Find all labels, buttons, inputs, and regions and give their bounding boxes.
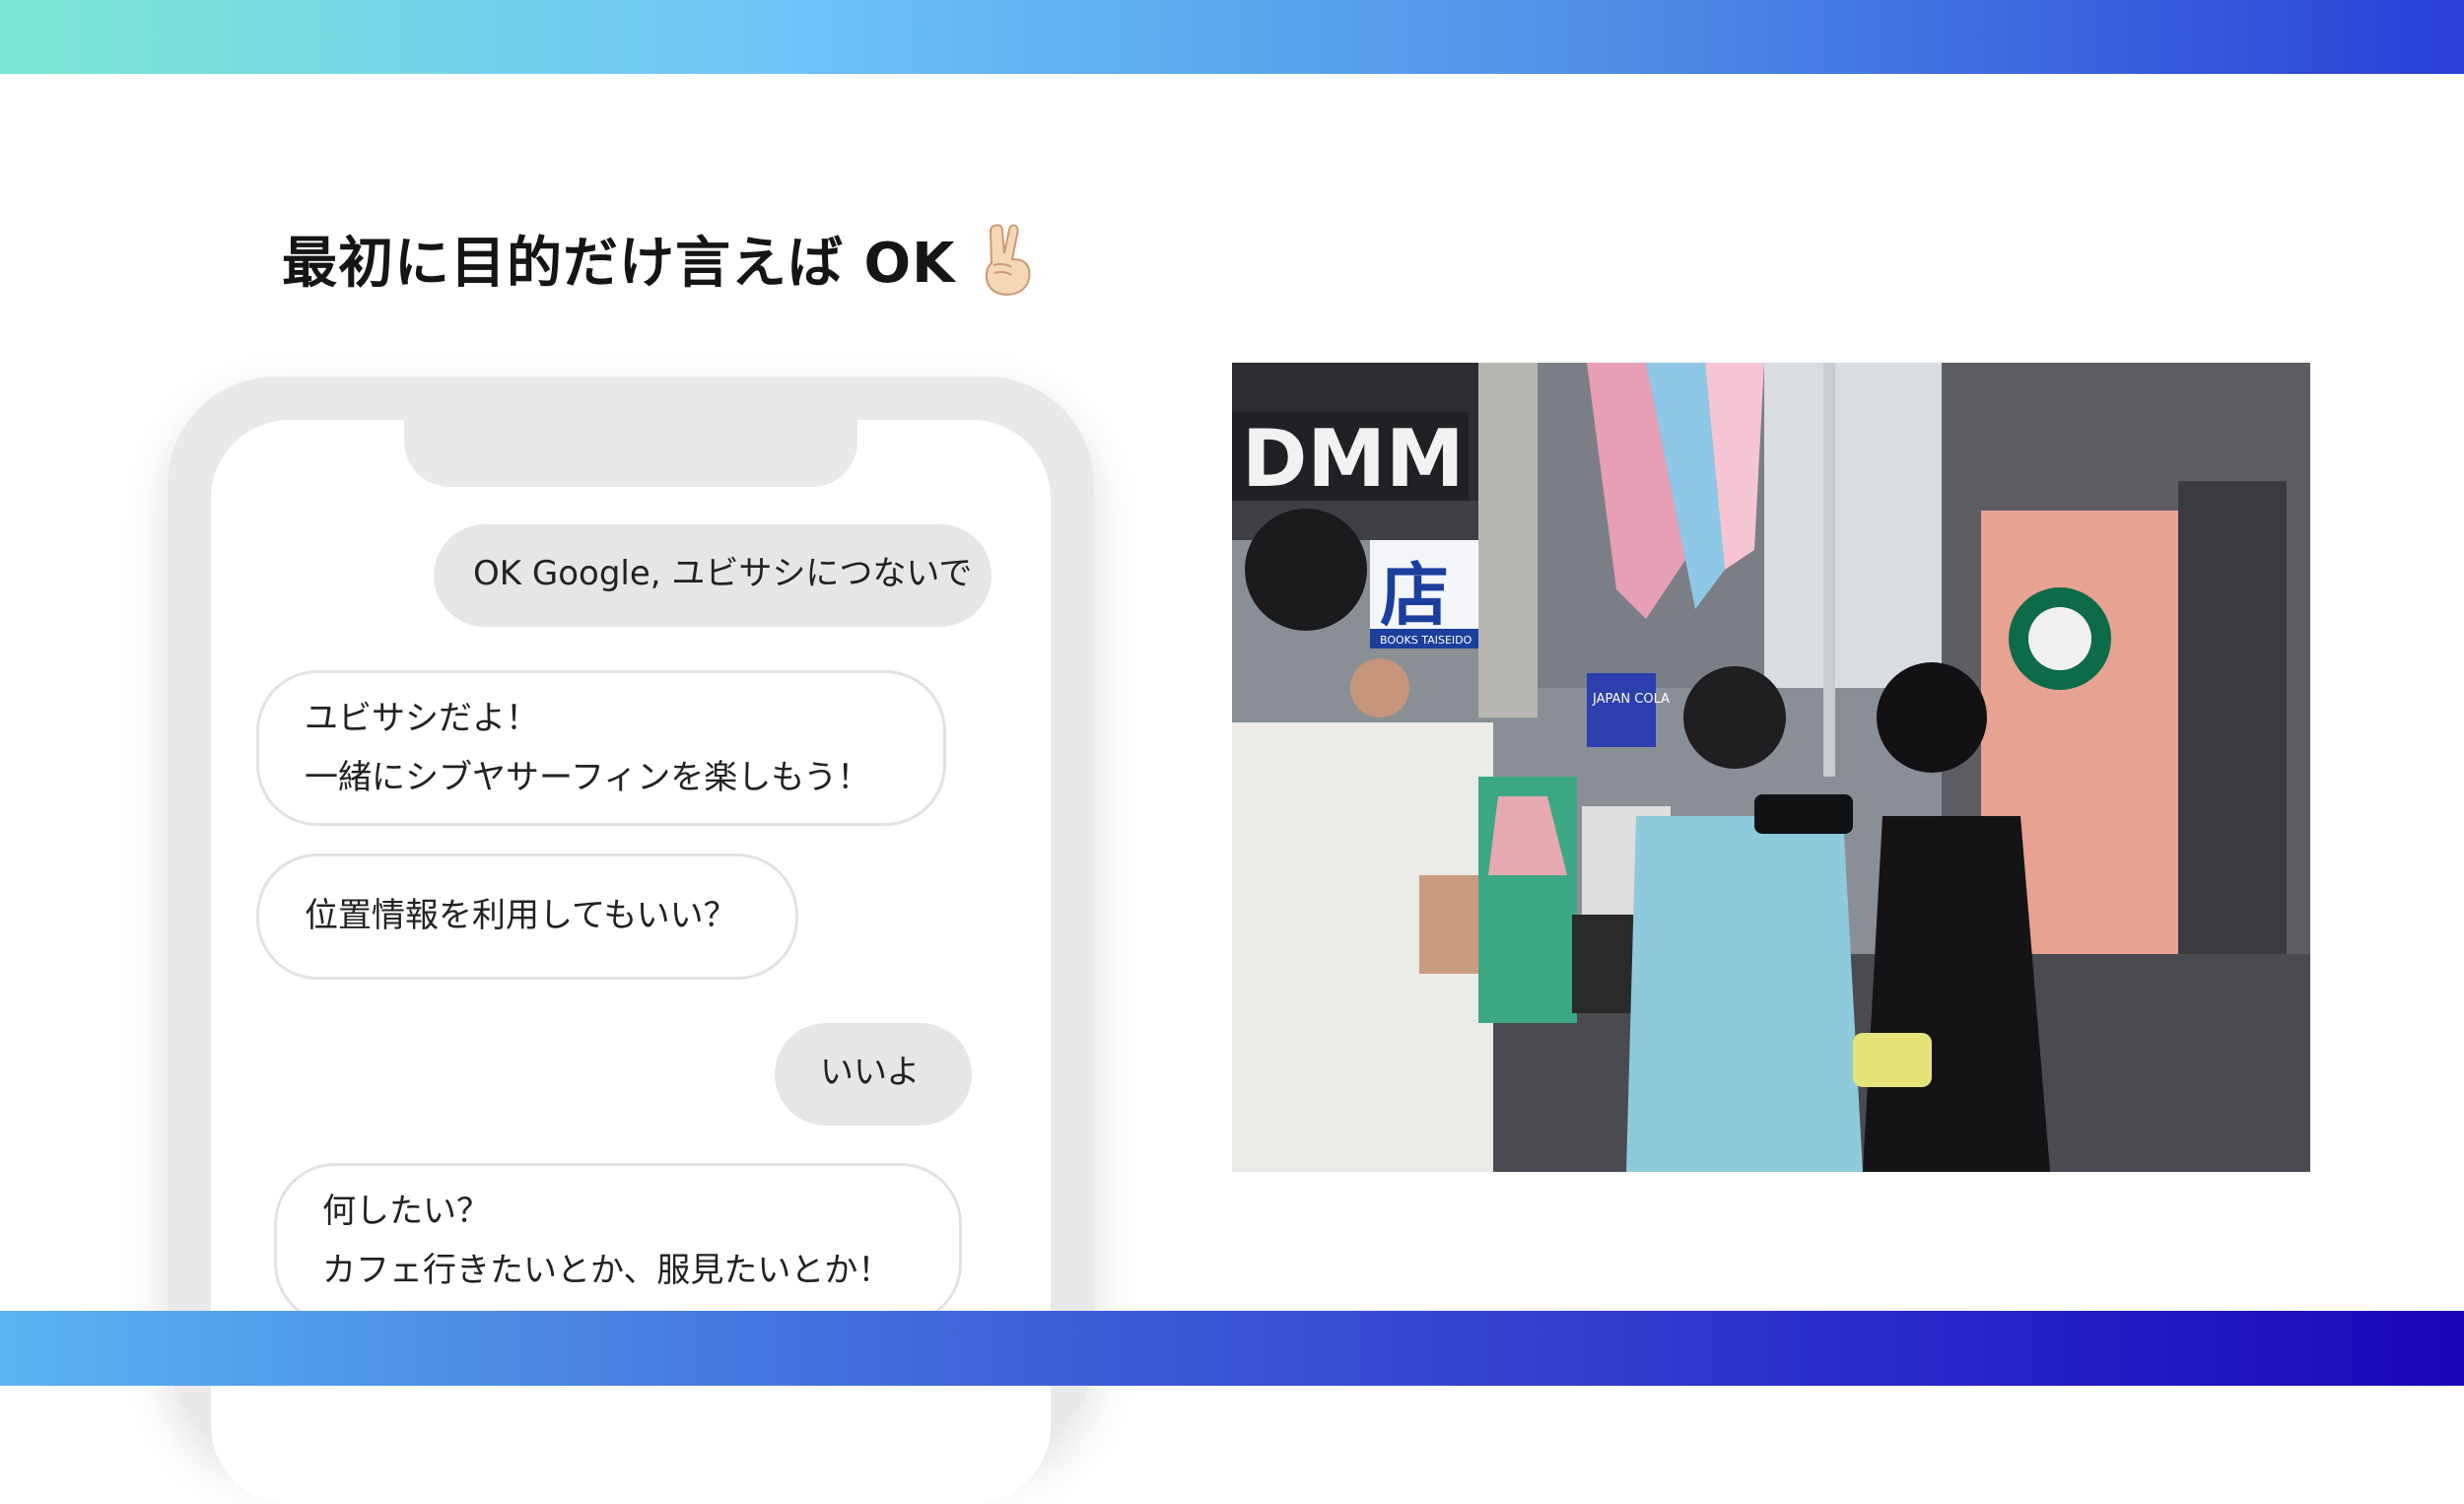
top-gradient-band [0, 0, 2464, 74]
phone-notch [404, 420, 857, 487]
message-line: 何したい？ [322, 1192, 490, 1231]
photo-sign-dmm: DMM [1232, 412, 1469, 505]
message-line: ユビサシだよ！ [305, 699, 539, 738]
chat-message-user: OK Google, ユビサシにつないで [434, 524, 992, 627]
svg-text:店: 店 [1380, 555, 1449, 636]
svg-text:BOOKS TAISEIDO: BOOKS TAISEIDO [1380, 634, 1472, 647]
phone-mockup: OK Google, ユビサシにつないで ユビサシだよ！ 一緒にシブヤサーフィン… [168, 376, 1094, 1504]
message-line: いいよ [820, 1053, 921, 1092]
slide-title-text: 最初に目的だけ言えば OK [282, 231, 956, 296]
bottom-gradient-band [0, 1311, 2464, 1386]
chat-message-assistant: 何したい？ カフェ行きたいとか、服見たいとか！ [274, 1163, 962, 1325]
peace-hand-icon [978, 220, 1039, 297]
svg-text:JAPAN COLA: JAPAN COLA [1592, 692, 1670, 707]
message-line: カフェ行きたいとか、服見たいとか！ [322, 1251, 892, 1290]
street-photo: DMM 店 BOOKS TAISEIDO JAPAN COLA [1232, 363, 2310, 1172]
message-line: 一緒にシブヤサーフィンを楽しもう！ [305, 758, 871, 797]
photo-sign-store: 店 BOOKS TAISEIDO [1370, 540, 1478, 649]
chat-message-user: いいよ [775, 1023, 972, 1126]
message-line: OK Google, ユビサシにつないで [473, 554, 973, 593]
message-line: 位置情報を利用してもいい？ [305, 896, 737, 935]
chat-message-assistant: 位置情報を利用してもいい？ [256, 854, 798, 980]
slide-title: 最初に目的だけ言えば OK [282, 219, 1039, 298]
chat-message-assistant: ユビサシだよ！ 一緒にシブヤサーフィンを楽しもう！ [256, 670, 946, 826]
svg-text:DMM: DMM [1242, 413, 1465, 505]
